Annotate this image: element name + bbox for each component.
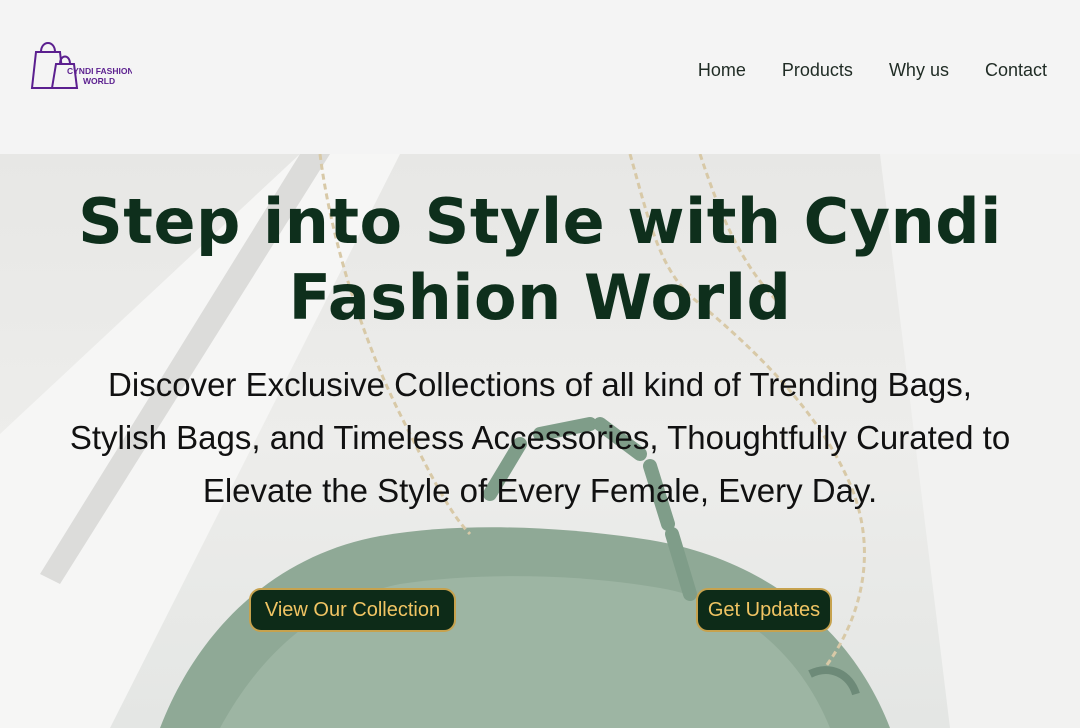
- hero-title-line1: Step into Style with Cyndi: [78, 185, 1002, 258]
- hero-title-line2: Fashion World: [288, 261, 792, 334]
- main-nav: Home Products Why us Contact: [698, 58, 1047, 82]
- hero-subtitle-line2: Stylish Bags, and Timeless Accessories, …: [69, 419, 1011, 456]
- nav-contact-link[interactable]: Contact: [985, 58, 1047, 82]
- nav-products-link[interactable]: Products: [782, 58, 853, 82]
- hero-subtitle: Discover Exclusive Collections of all ki…: [20, 358, 1060, 517]
- site-header: CYNDI FASHION WORLD Home Products Why us…: [0, 0, 1080, 154]
- hero-section: Step into Style with Cyndi Fashion World…: [0, 154, 1080, 728]
- view-collection-button[interactable]: View Our Collection: [249, 588, 456, 632]
- page: CYNDI FASHION WORLD Home Products Why us…: [0, 0, 1080, 728]
- logo-text-line2: WORLD: [83, 76, 115, 86]
- hero-subtitle-line3: Elevate the Style of Every Female, Every…: [202, 472, 878, 509]
- hero-subtitle-line1: Discover Exclusive Collections of all ki…: [108, 366, 972, 403]
- nav-why-us-link[interactable]: Why us: [889, 58, 949, 82]
- shopping-bags-icon: CYNDI FASHION WORLD: [30, 42, 134, 89]
- brand-logo[interactable]: CYNDI FASHION WORLD: [30, 40, 134, 92]
- get-updates-button[interactable]: Get Updates: [696, 588, 832, 632]
- nav-home-link[interactable]: Home: [698, 58, 746, 82]
- hero-title: Step into Style with Cyndi Fashion World: [40, 184, 1040, 336]
- logo-text-line1: CYNDI FASHION: [67, 66, 132, 76]
